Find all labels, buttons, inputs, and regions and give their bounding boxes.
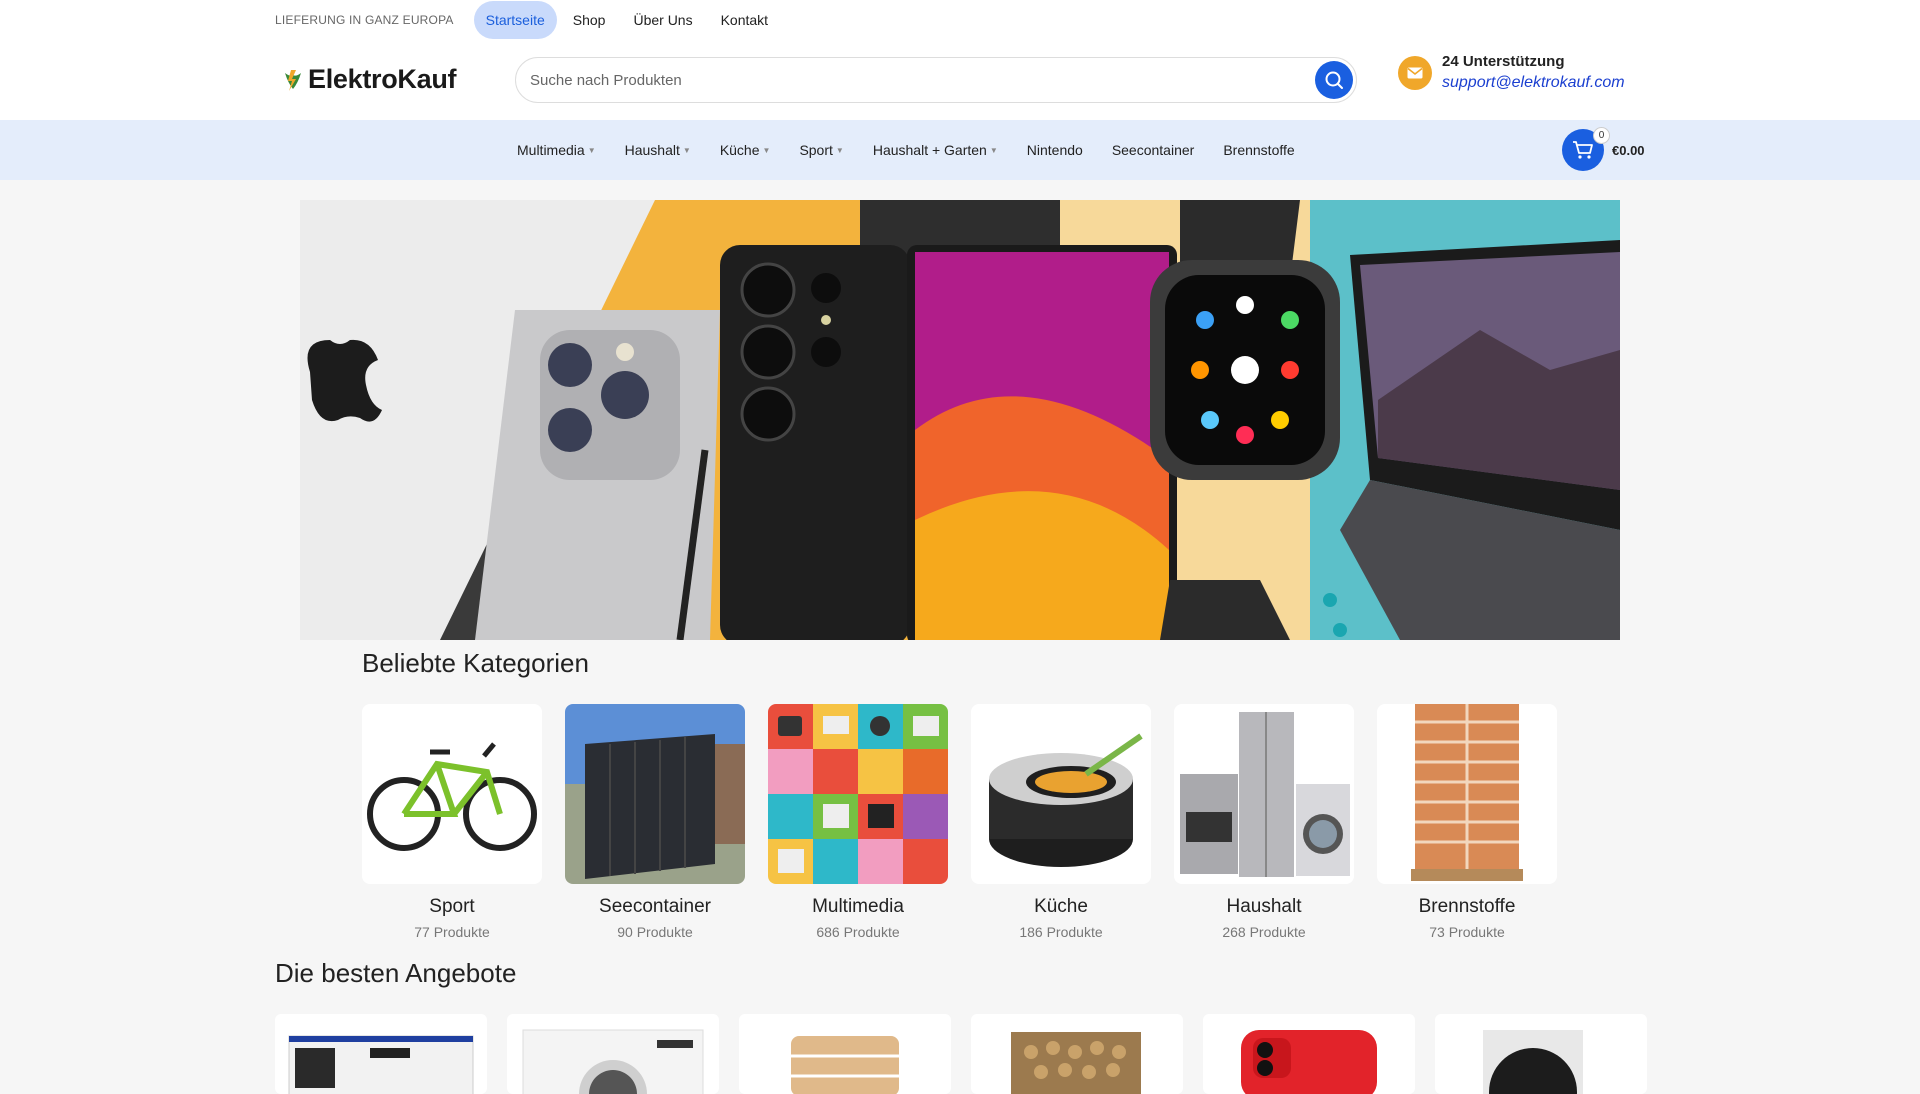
deal-card-pellets[interactable] [739,1014,951,1094]
chevron-down-icon: ▼ [587,145,596,155]
logo-text: ElektroKauf [308,64,457,94]
nav-item-kueche[interactable]: Küche ▼ [720,142,771,158]
deal-image [1011,1032,1141,1094]
nav-label: Nintendo [1026,142,1083,158]
deal-image [791,1036,899,1094]
category-image-appliances [1174,704,1354,884]
support-block: 24 Unterstützung support@elektrokauf.com [1398,53,1625,92]
cart[interactable]: 0 €0.00 [1562,127,1645,171]
top-bar: LIEFERUNG IN GANZ EUROPA Startseite Shop… [0,0,1920,40]
nav-item-multimedia[interactable]: Multimedia ▼ [517,142,596,158]
cart-count-badge: 0 [1593,127,1610,144]
category-name: Haushalt [1226,896,1302,917]
nav-item-sport[interactable]: Sport ▼ [799,142,843,158]
nav-item-haushalt[interactable]: Haushalt ▼ [625,142,691,158]
category-count: 77 Produkte [414,924,490,940]
deal-image [1241,1030,1377,1094]
deal-card-iphone[interactable] [1203,1014,1415,1094]
category-image-airfryer [971,704,1151,884]
deals-title: Die besten Angebote [275,958,517,988]
category-list: Sport 77 Produkte Seecontainer 90 Produk… [362,704,1580,940]
nav-label: Seecontainer [1111,142,1195,158]
category-name: Sport [429,896,475,917]
support-title: 24 Unterstützung [1442,53,1565,70]
nav-label: Haushalt + Garten [872,142,987,158]
category-count: 268 Produkte [1222,924,1306,940]
deal-card-xbox[interactable] [1435,1014,1647,1094]
category-card-kueche[interactable]: Küche 186 Produkte [971,704,1151,940]
main-navigation: Multimedia ▼ Haushalt ▼ Küche ▼ Sport ▼ Haus… [0,120,1920,180]
site-logo[interactable]: ElektroKauf [280,64,457,95]
nav-item-seecontainer[interactable]: Seecontainer [1112,142,1195,158]
categories-title: Beliebte Kategorien [362,648,589,678]
deal-image [522,1029,704,1094]
category-count: 186 Produkte [1019,924,1103,940]
toplink-shop[interactable]: Shop [561,1,618,39]
shipping-notice: LIEFERUNG IN GANZ EUROPA [275,13,454,27]
nav-label: Sport [799,142,833,158]
toplink-kontakt[interactable]: Kontakt [709,1,780,39]
category-card-sport[interactable]: Sport 77 Produkte [362,704,542,940]
chevron-down-icon: ▼ [682,145,691,155]
cart-total: €0.00 [1612,142,1645,158]
cart-button[interactable]: 0 [1562,127,1610,171]
search-icon [1325,71,1343,89]
nav-label: Küche [719,142,760,158]
category-name: Multimedia [812,896,904,917]
category-count: 73 Produkte [1429,924,1505,940]
search-button[interactable] [1315,61,1353,99]
mail-icon [1398,55,1432,90]
nav-item-nintendo[interactable]: Nintendo [1027,142,1083,158]
toplink-startseite[interactable]: Startseite [473,1,557,39]
chevron-down-icon: ▼ [835,145,844,155]
chevron-down-icon: ▼ [762,145,771,155]
deal-card-firewood[interactable] [971,1014,1183,1094]
deal-image [1483,1030,1583,1094]
nav-label: Haushalt [624,142,680,158]
category-name: Brennstoffe [1418,896,1516,917]
category-card-haushalt[interactable]: Haushalt 268 Produkte [1174,704,1354,940]
support-email-link[interactable]: support@elektrokauf.com [1442,74,1625,92]
deal-card-playstation[interactable] [275,1014,487,1094]
category-image-bicycle [362,704,542,884]
category-name: Küche [1034,896,1088,917]
nav-label: Multimedia [517,142,585,158]
logo-icon [280,67,306,93]
deal-card-washing-machine[interactable] [507,1014,719,1094]
category-card-brennstoffe[interactable]: Brennstoffe 73 Produkte [1377,704,1557,940]
nav-label: Brennstoffe [1223,142,1295,158]
cart-icon [1573,141,1593,159]
category-card-multimedia[interactable]: Multimedia 686 Produkte [768,704,948,940]
category-card-seecontainer[interactable]: Seecontainer 90 Produkte [565,704,745,940]
search-input[interactable] [530,58,1290,102]
category-count: 686 Produkte [816,924,900,940]
hero-banner[interactable] [300,200,1620,640]
header: ElektroKauf 24 Unterstützung support@ele… [0,40,1920,120]
toplink-ueber-uns[interactable]: Über Uns [621,1,704,39]
search-bar [515,57,1357,103]
category-name: Seecontainer [599,896,711,917]
category-image-pellet-pallet [1377,704,1557,884]
nav-item-haushalt-garten[interactable]: Haushalt + Garten ▼ [873,142,998,158]
category-image-multimedia-icons [768,704,948,884]
hero-image [300,200,1620,640]
category-count: 90 Produkte [617,924,693,940]
deal-image [288,1035,474,1094]
chevron-down-icon: ▼ [989,145,998,155]
deals-list [275,1014,1667,1094]
category-image-container [565,704,745,884]
nav-item-brennstoffe[interactable]: Brennstoffe [1223,142,1294,158]
